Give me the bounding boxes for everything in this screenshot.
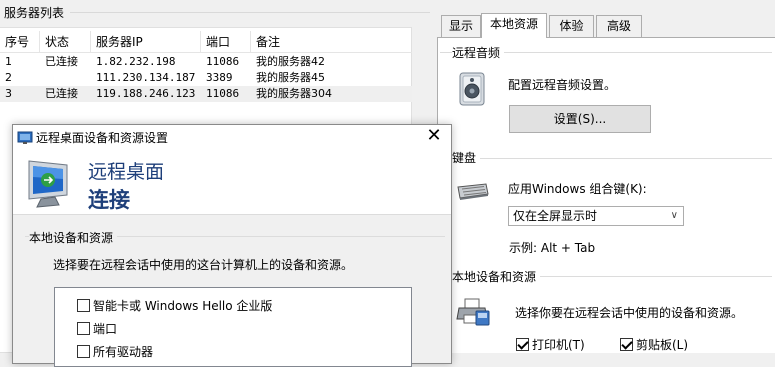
list-item-label: 端口 xyxy=(93,322,118,336)
key-combo-selected-value: 仅在全屏显示时 xyxy=(513,209,598,223)
keyboard-description: 应用Windows 组合键(K): xyxy=(508,182,647,196)
clipboard-label: 剪贴板(L) xyxy=(636,338,689,352)
close-button[interactable]: ✕ xyxy=(423,126,445,148)
table-row[interactable]: 2 111.230.134.187 3389 我的服务器45 xyxy=(0,70,412,86)
table-header: 序号 状态 服务器IP 端口 备注 xyxy=(0,31,412,53)
speaker-icon xyxy=(458,72,486,109)
printer-checkbox[interactable]: 打印机(T) xyxy=(516,336,585,353)
list-item-label: 所有驱动器 xyxy=(93,345,154,359)
banner-subtitle: 连接 xyxy=(88,188,130,212)
printer-icon xyxy=(456,297,490,330)
dialog-banner: 远程桌面 连接 xyxy=(13,151,451,215)
row-index: 2 xyxy=(5,71,12,84)
row-ip: 111.230.134.187 xyxy=(96,71,196,84)
key-combo-select[interactable]: 仅在全屏显示时 ∨ xyxy=(508,206,684,226)
dialog-titlebar[interactable]: 远程桌面设备和资源设置 ✕ xyxy=(13,125,451,151)
printer-label: 打印机(T) xyxy=(532,338,585,352)
checkbox-unchecked-icon xyxy=(77,299,90,312)
remote-desktop-icon xyxy=(17,130,33,149)
audio-settings-button[interactable]: 设置(S)... xyxy=(509,105,651,133)
row-note: 我的服务器45 xyxy=(256,71,325,84)
row-port: 11086 xyxy=(206,55,240,68)
column-header-note[interactable]: 备注 xyxy=(251,31,412,53)
table-row-selected[interactable]: 3 已连接 119.188.246.123 11086 我的服务器304 xyxy=(0,86,412,102)
local-devices-description: 选择你要在远程会话中使用的设备和资源。 xyxy=(515,306,744,320)
row-note: 我的服务器304 xyxy=(256,87,332,100)
audio-description: 配置远程音频设置。 xyxy=(508,78,617,92)
checkbox-unchecked-icon xyxy=(77,345,90,358)
chevron-down-icon: ∨ xyxy=(670,210,678,221)
device-checklist[interactable]: 智能卡或 Windows Hello 企业版 端口 所有驱动器 xyxy=(54,287,412,367)
list-item-smartcard[interactable]: 智能卡或 Windows Hello 企业版 xyxy=(77,297,272,314)
column-header-ip[interactable]: 服务器IP xyxy=(91,31,201,53)
remote-desktop-icon xyxy=(23,157,79,212)
checkbox-checked-icon xyxy=(620,338,633,351)
close-icon: ✕ xyxy=(426,125,442,146)
column-header-index[interactable]: 序号 xyxy=(0,31,40,53)
row-status: 已连接 xyxy=(45,87,78,100)
tab-display[interactable]: 显示 xyxy=(441,15,481,37)
audio-group-label: 远程音频 xyxy=(452,44,505,61)
tab-experience[interactable]: 体验 xyxy=(549,15,594,37)
list-item-ports[interactable]: 端口 xyxy=(77,320,117,337)
row-status: 已连接 xyxy=(45,55,78,68)
list-item-label: 智能卡或 Windows Hello 企业版 xyxy=(93,299,273,313)
table-row[interactable]: 1 已连接 1.82.232.198 11086 我的服务器42 xyxy=(0,54,412,70)
device-resource-settings-dialog: 远程桌面设备和资源设置 ✕ 远程桌面 连接 本地设备和资源 选择要在远程会话中使… xyxy=(12,124,452,367)
row-index: 1 xyxy=(5,55,12,68)
banner-title: 远程桌面 xyxy=(88,161,165,183)
row-ip: 119.188.246.123 xyxy=(96,87,196,100)
row-port: 11086 xyxy=(206,87,240,100)
local-devices-group-label: 本地设备和资源 xyxy=(452,268,541,285)
column-header-port[interactable]: 端口 xyxy=(201,31,251,53)
row-index: 3 xyxy=(5,87,12,100)
tab-page-local-resources: 远程音频 配置远程音频设置。 设置(S)... 键盘 应用Windows 组合键… xyxy=(437,37,775,353)
row-note: 我的服务器42 xyxy=(256,55,325,68)
dialog-description: 选择要在远程会话中使用的这台计算机上的设备和资源。 xyxy=(53,258,354,272)
clipboard-checkbox[interactable]: 剪贴板(L) xyxy=(620,336,688,353)
column-header-status[interactable]: 状态 xyxy=(40,31,91,53)
list-item-drives[interactable]: 所有驱动器 xyxy=(77,343,153,360)
tab-advanced[interactable]: 高级 xyxy=(596,15,642,37)
tab-local-resources[interactable]: 本地资源 xyxy=(481,13,547,38)
divider xyxy=(70,12,430,13)
dialog-group-label: 本地设备和资源 xyxy=(29,229,118,246)
keyboard-example: 示例: Alt + Tab xyxy=(509,241,596,255)
dialog-title: 远程桌面设备和资源设置 xyxy=(36,131,169,145)
checkbox-unchecked-icon xyxy=(77,322,90,335)
properties-panel: 显示 本地资源 体验 高级 远程音频 配置远程音频设置。 设置(S)... 键盘 xyxy=(437,0,775,353)
row-port: 3389 xyxy=(206,71,233,84)
server-list-title: 服务器列表 xyxy=(4,6,65,20)
group-divider xyxy=(440,158,772,159)
row-ip: 1.82.232.198 xyxy=(96,55,176,68)
keyboard-icon xyxy=(455,181,489,204)
checkbox-checked-icon xyxy=(516,338,529,351)
keyboard-group-label: 键盘 xyxy=(452,149,481,166)
